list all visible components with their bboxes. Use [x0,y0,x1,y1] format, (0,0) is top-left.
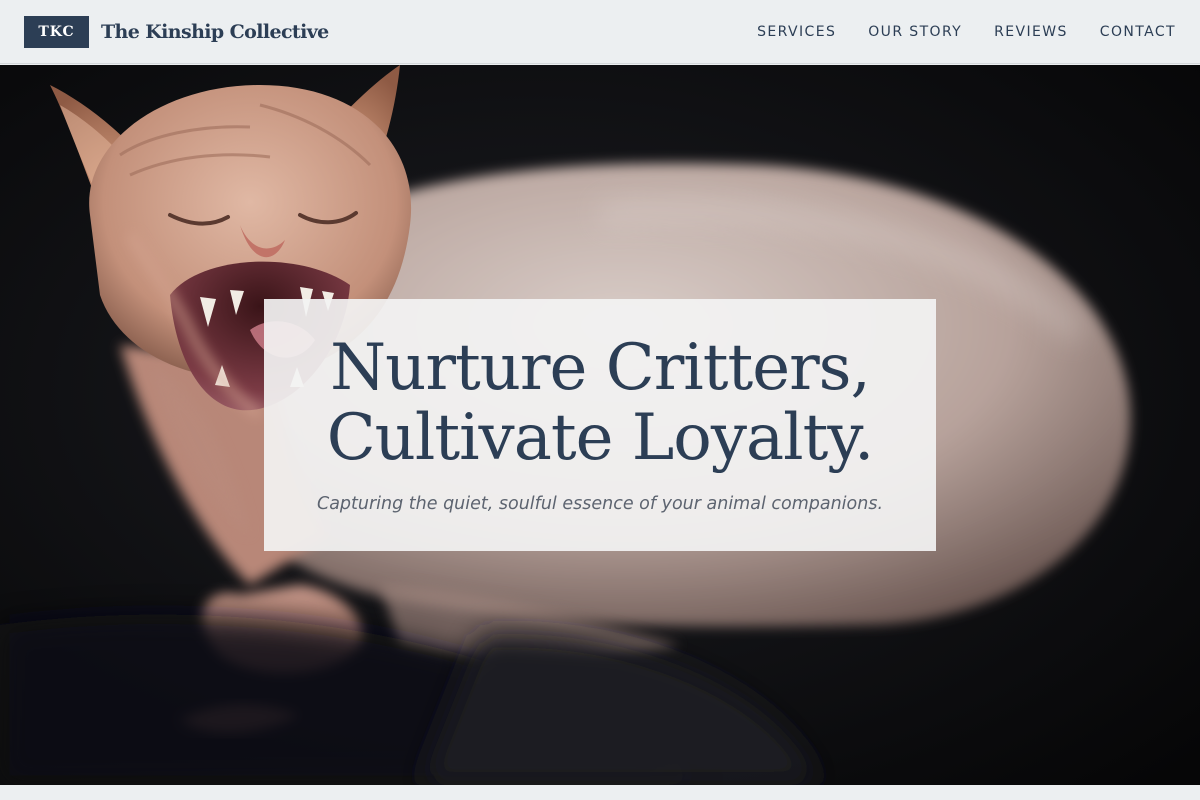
hero-card: Nurture Critters, Cultivate Loyalty. Cap… [264,299,936,551]
nav-link-reviews[interactable]: REVIEWS [994,20,1068,44]
nav-link-our-story[interactable]: OUR STORY [868,20,962,44]
hero-section: Nurture Critters, Cultivate Loyalty. Cap… [0,65,1200,785]
logo-badge[interactable]: TKC [24,16,89,48]
main-nav: SERVICES OUR STORY REVIEWS CONTACT [757,20,1176,44]
brand-name[interactable]: The Kinship Collective [101,18,329,46]
nav-link-services[interactable]: SERVICES [757,20,836,44]
nav-link-contact[interactable]: CONTACT [1100,20,1176,44]
next-section-edge [0,785,1200,800]
hero-title-line-1: Nurture Critters, [330,331,871,405]
site-header: TKC The Kinship Collective SERVICES OUR … [0,0,1200,64]
hero-title-line-2: Cultivate Loyalty. [326,401,875,475]
hero-title: Nurture Critters, Cultivate Loyalty. [264,333,936,473]
hero-subtitle: Capturing the quiet, soulful essence of … [316,494,884,514]
